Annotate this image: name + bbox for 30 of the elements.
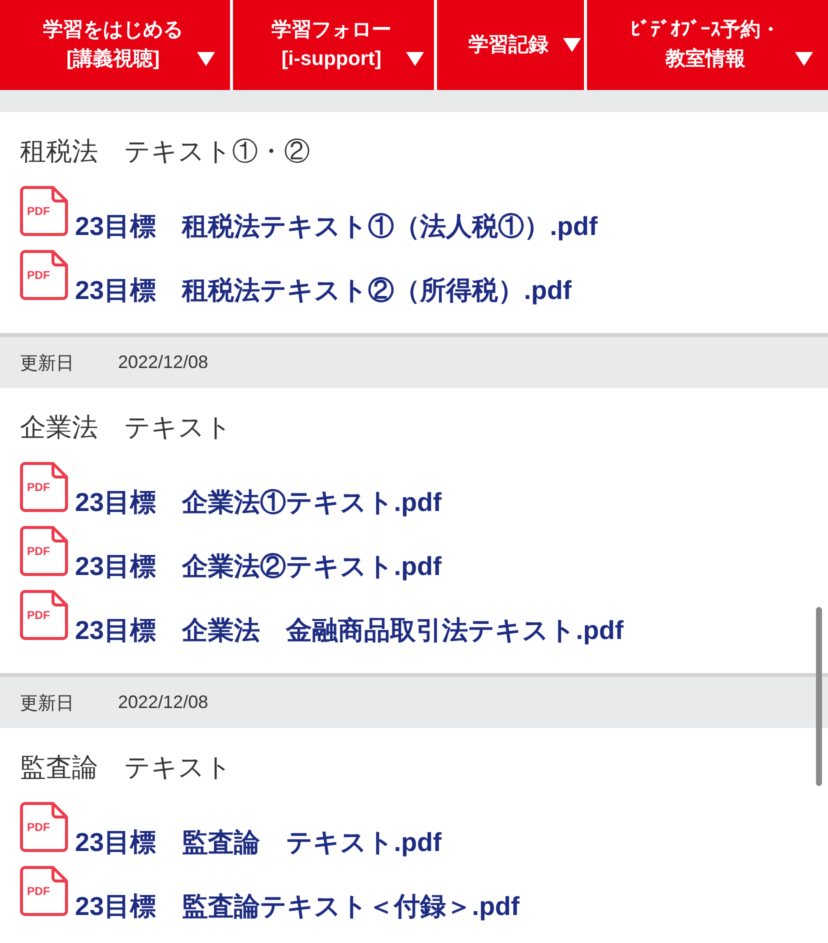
update-date: 2022/12/08 bbox=[118, 692, 208, 713]
nav-menu-button[interactable]: 学習フォロー [i-support] bbox=[233, 0, 434, 90]
pdf-file-icon[interactable]: PDF bbox=[20, 866, 68, 916]
update-date-label: 更新日 bbox=[20, 692, 74, 714]
nav-menu-button[interactable]: ﾋﾞﾃﾞｵﾌﾞｰｽ予約・ 教室情報 bbox=[587, 0, 828, 90]
pdf-file-link[interactable]: 23目標 監査論テキスト＜付録＞.pdf bbox=[75, 891, 520, 922]
caret-down-icon bbox=[794, 52, 812, 66]
pdf-file-icon[interactable]: PDF bbox=[20, 462, 68, 512]
scrollbar-thumb[interactable] bbox=[816, 607, 822, 786]
pdf-file-icon[interactable]: PDF bbox=[20, 186, 68, 236]
pdf-file-icon[interactable]: PDF bbox=[20, 590, 68, 640]
pdf-file-link[interactable]: 23目標 企業法①テキスト.pdf bbox=[75, 487, 442, 518]
caret-down-icon bbox=[406, 52, 424, 66]
pdf-file-link[interactable]: 23目標 監査論 テキスト.pdf bbox=[75, 827, 442, 858]
pdf-file-icon[interactable]: PDF bbox=[20, 802, 68, 852]
section-title: 監査論 テキスト bbox=[20, 752, 232, 783]
section-title: 租税法 テキスト①・② bbox=[20, 136, 310, 167]
update-date: 2022/12/08 bbox=[118, 352, 208, 373]
pdf-file-link[interactable]: 23目標 租税法テキスト①（法人税①）.pdf bbox=[75, 211, 598, 242]
nav-menu-button[interactable]: 学習記録 bbox=[437, 0, 584, 90]
update-date-label: 更新日 bbox=[20, 352, 74, 374]
caret-down-icon bbox=[562, 38, 580, 52]
pdf-file-link[interactable]: 23目標 企業法 金融商品取引法テキスト.pdf bbox=[75, 615, 624, 646]
section-title: 企業法 テキスト bbox=[20, 412, 232, 443]
pdf-file-icon[interactable]: PDF bbox=[20, 250, 68, 300]
pdf-file-link[interactable]: 23目標 企業法②テキスト.pdf bbox=[75, 551, 442, 582]
caret-down-icon bbox=[197, 52, 215, 66]
pdf-file-icon[interactable]: PDF bbox=[20, 526, 68, 576]
nav-menu-button[interactable]: 学習をはじめる [講義視聴] bbox=[0, 0, 230, 90]
pdf-file-link[interactable]: 23目標 租税法テキスト②（所得税）.pdf bbox=[75, 275, 572, 306]
